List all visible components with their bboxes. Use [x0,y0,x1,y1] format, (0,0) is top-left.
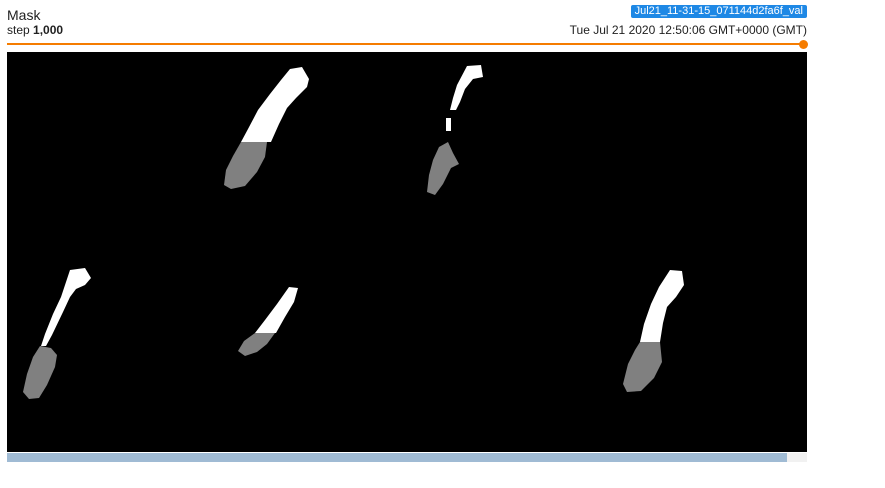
mask-shape-3-fg [41,268,91,346]
slider-knob[interactable] [799,40,808,49]
mask-shape-2-fg [450,65,483,110]
mask-shape-2-fg-dot [446,118,451,131]
step-value: 1,000 [33,23,64,37]
mask-shape-1-fg [241,67,309,142]
scrollbar-thumb[interactable] [7,453,787,462]
mask-shape-2-bg [427,142,459,195]
run-name-badge: Jul21_11-31-15_071144d2fa6f_val [630,5,807,18]
mask-shape-3-bg [23,346,57,399]
timestamp: Tue Jul 21 2020 12:50:06 GMT+0000 (GMT) [569,23,807,37]
mask-shape-1-bg [224,142,267,189]
image-card: Mask step 1,000 Jul21_11-31-15_071144d2f… [7,0,808,488]
mask-shape-4-fg [255,287,298,333]
horizontal-scrollbar[interactable] [7,453,807,462]
mask-shape-4-bg [238,333,275,356]
mask-shape-5-bg [623,342,662,392]
slider-track[interactable] [7,43,803,45]
card-title: Mask [7,7,41,23]
step-prefix: step [7,23,30,37]
mask-shape-5-fg [640,270,684,342]
mask-image[interactable] [7,52,807,452]
step-slider[interactable] [7,40,808,50]
mask-image-svg [23,65,684,399]
step-label: step 1,000 [7,23,63,37]
